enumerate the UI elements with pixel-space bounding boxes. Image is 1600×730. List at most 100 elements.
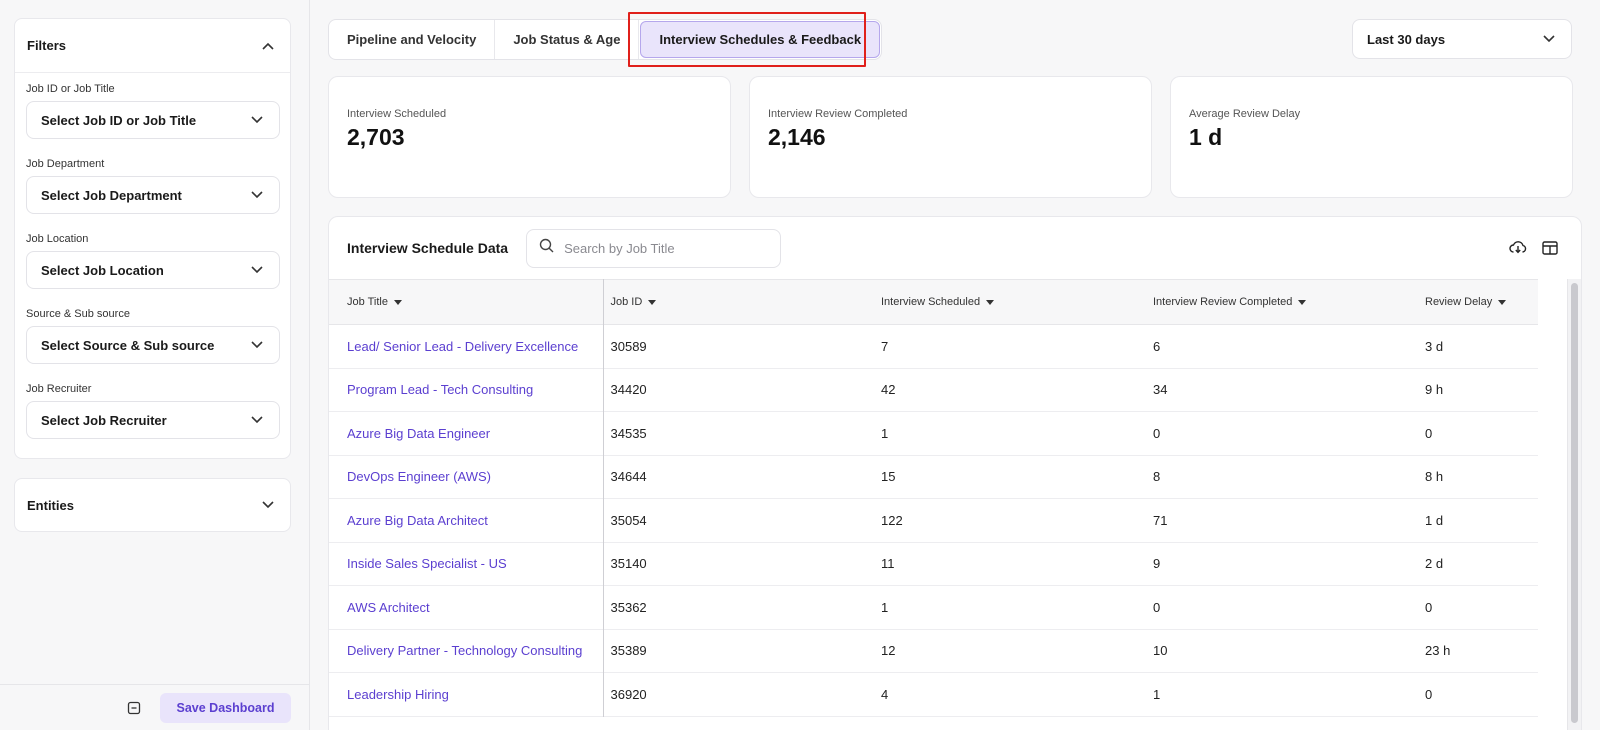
job-title-link[interactable]: Lead/ Senior Lead - Delivery Excellence	[329, 324, 604, 368]
tab-interview-schedules-feedback[interactable]: Interview Schedules & Feedback	[640, 21, 881, 58]
table-header-row: Job Title Job ID Interview Scheduled Int…	[329, 279, 1538, 325]
filters-panel: Filters Job ID or Job Title Select Job I…	[14, 18, 291, 459]
source-select[interactable]: Select Source & Sub source	[26, 326, 280, 364]
main-content: Pipeline and Velocity Job Status & Age I…	[310, 0, 1600, 730]
sort-caret-icon[interactable]	[1298, 299, 1307, 305]
select-value: Select Job Recruiter	[41, 412, 167, 428]
interview-scheduled-cell: 4	[881, 686, 889, 702]
kpi-label: Interview Review Completed	[768, 108, 908, 120]
review-completed-cell: 71	[1153, 512, 1168, 528]
filter-job-recruiter: Job Recruiter Select Job Recruiter	[26, 383, 280, 439]
job-id-cell: 34535	[610, 425, 647, 441]
job-id-cell: 36920	[610, 686, 647, 702]
review-delay-cell: 1 d	[1425, 512, 1444, 528]
review-completed-cell: 0	[1153, 425, 1161, 441]
filter-source: Source & Sub source Select Source & Sub …	[26, 308, 280, 364]
job-department-select[interactable]: Select Job Department	[26, 176, 280, 214]
review-delay-cell: 8 h	[1425, 469, 1444, 485]
search-box[interactable]	[526, 228, 782, 268]
interview-scheduled-cell: 42	[881, 382, 896, 398]
review-delay-cell: 9 h	[1425, 382, 1444, 398]
download-cloud-icon[interactable]	[1509, 239, 1527, 257]
table-actions	[1509, 239, 1559, 257]
chevron-down-icon[interactable]	[260, 497, 276, 513]
job-id-cell: 34420	[610, 382, 647, 398]
job-id-cell: 30589	[610, 338, 647, 354]
entities-header[interactable]: Entities	[15, 479, 290, 531]
job-title-link[interactable]: Azure Big Data Architect	[329, 498, 604, 542]
filter-job-department: Job Department Select Job Department	[26, 158, 280, 214]
date-range-select[interactable]: Last 30 days	[1352, 19, 1572, 59]
filter-label: Job ID or Job Title	[26, 83, 115, 95]
sidebar-footer: Save Dashboard	[0, 684, 310, 730]
interview-scheduled-cell: 1	[881, 425, 889, 441]
job-title-link[interactable]: AWS Architect	[329, 585, 604, 629]
review-completed-cell: 6	[1153, 338, 1161, 354]
table-columns-icon[interactable]	[1541, 239, 1559, 257]
review-delay-cell: 2 d	[1425, 556, 1444, 572]
sort-caret-icon[interactable]	[648, 299, 657, 305]
job-id-cell: 34644	[610, 469, 647, 485]
job-title-link[interactable]: Delivery Partner - Technology Consulting	[329, 629, 604, 673]
kpi-value: 1 d	[1189, 124, 1223, 150]
sort-caret-icon[interactable]	[1498, 299, 1507, 305]
chevron-down-icon	[249, 112, 265, 128]
review-delay-cell: 3 d	[1425, 338, 1444, 354]
search-input[interactable]	[564, 240, 765, 256]
job-title-link[interactable]: Inside Sales Specialist - US	[329, 542, 604, 586]
job-recruiter-select[interactable]: Select Job Recruiter	[26, 401, 280, 439]
chevron-down-icon	[249, 412, 265, 428]
interview-scheduled-cell: 7	[881, 338, 889, 354]
collapse-icon[interactable]	[126, 700, 142, 716]
tab-bar: Pipeline and Velocity Job Status & Age I…	[328, 19, 883, 60]
kpi-average-review-delay: Average Review Delay 1 d	[1170, 76, 1573, 198]
select-value: Select Job ID or Job Title	[41, 112, 197, 128]
review-completed-cell: 34	[1153, 382, 1168, 398]
scrollbar-thumb[interactable]	[1571, 283, 1578, 723]
column-header-job-id[interactable]: Job ID	[603, 280, 874, 325]
interview-scheduled-cell: 12	[881, 643, 896, 659]
filter-job-id: Job ID or Job Title Select Job ID or Job…	[26, 83, 280, 139]
job-id-cell: 35389	[610, 643, 647, 659]
job-title-link[interactable]: DevOps Engineer (AWS)	[329, 455, 604, 499]
job-location-select[interactable]: Select Job Location	[26, 251, 280, 289]
sidebar: Filters Job ID or Job Title Select Job I…	[0, 0, 310, 730]
chevron-down-icon	[1541, 31, 1557, 47]
tab-pipeline-velocity[interactable]: Pipeline and Velocity	[329, 20, 496, 59]
column-header-job-title[interactable]: Job Title	[329, 279, 604, 325]
tab-job-status-age[interactable]: Job Status & Age	[495, 20, 640, 59]
job-id-select[interactable]: Select Job ID or Job Title	[26, 101, 280, 139]
interview-scheduled-cell: 122	[881, 512, 903, 528]
column-header-review-delay[interactable]: Review Delay	[1418, 280, 1538, 325]
job-title-link[interactable]: Azure Big Data Engineer	[329, 411, 604, 455]
column-header-interview-scheduled[interactable]: Interview Scheduled	[874, 280, 1146, 325]
date-range-value: Last 30 days	[1367, 31, 1446, 47]
chevron-down-icon	[249, 187, 265, 203]
review-completed-cell: 10	[1153, 643, 1168, 659]
review-delay-cell: 23 h	[1425, 643, 1451, 659]
interview-scheduled-cell: 1	[881, 599, 889, 615]
filter-label: Source & Sub source	[26, 308, 130, 320]
table-row: AWS Architect 35362 1 0 0	[329, 585, 1538, 629]
table-row: Program Lead - Tech Consulting 34420 42 …	[329, 368, 1538, 412]
job-title-link[interactable]: Program Lead - Tech Consulting	[329, 368, 604, 412]
search-icon	[539, 238, 554, 258]
table-row: Inside Sales Specialist - US 35140 11 9 …	[329, 542, 1538, 586]
sort-caret-icon[interactable]	[986, 299, 995, 305]
save-dashboard-button[interactable]: Save Dashboard	[160, 692, 291, 723]
kpi-interview-scheduled: Interview Scheduled 2,703	[328, 76, 731, 198]
sort-caret-icon[interactable]	[393, 299, 402, 305]
chevron-up-icon[interactable]	[260, 38, 276, 54]
select-value: Select Source & Sub source	[41, 337, 215, 353]
filter-label: Job Recruiter	[26, 383, 92, 395]
filters-header[interactable]: Filters	[15, 19, 290, 73]
table-toolbar: Interview Schedule Data	[329, 217, 1581, 279]
interview-scheduled-cell: 15	[881, 469, 896, 485]
job-title-link[interactable]: Leadership Hiring	[329, 672, 604, 716]
table-scrollbar[interactable]	[1567, 279, 1581, 730]
column-header-review-completed[interactable]: Interview Review Completed	[1146, 280, 1418, 325]
select-value: Select Job Department	[41, 187, 182, 203]
table-title: Interview Schedule Data	[347, 240, 509, 256]
interview-schedule-table-card: Interview Schedule Data Job Titl	[328, 216, 1582, 730]
job-id-cell: 35362	[610, 599, 647, 615]
